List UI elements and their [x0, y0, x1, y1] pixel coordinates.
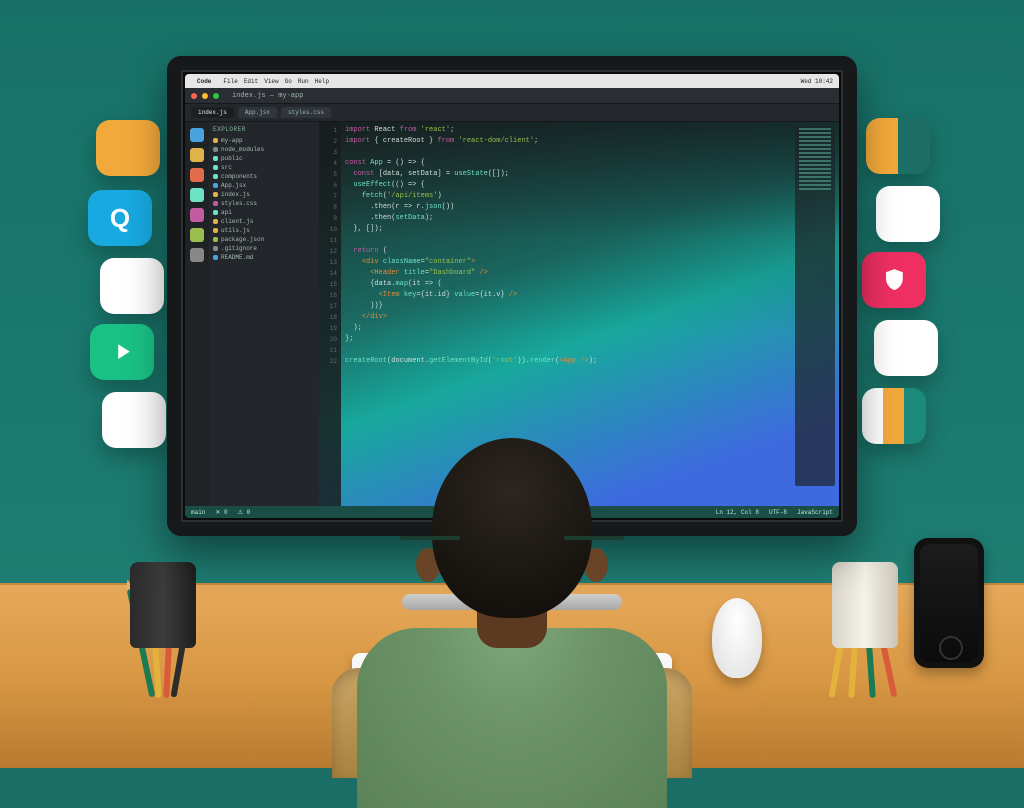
window-titlebar: index.js — my-app: [185, 88, 839, 104]
explorer-sidebar: EXPLORER my-appnode_modulespublicsrccomp…: [209, 122, 319, 506]
tile-blank-3[interactable]: [876, 186, 940, 242]
activity-bar: [185, 122, 209, 506]
minimize-icon[interactable]: [202, 93, 208, 99]
editor-tabstrip: index.js App.jsx styles.css: [185, 104, 839, 122]
cursor-position[interactable]: Ln 12, Col 8: [716, 509, 759, 516]
file-README-md[interactable]: README.md: [213, 253, 315, 262]
window-title: index.js — my-app: [232, 92, 303, 100]
git-branch[interactable]: main: [191, 509, 205, 516]
chair: [332, 668, 692, 778]
sidebar-title: EXPLORER: [213, 126, 315, 133]
file-my-app[interactable]: my-app: [213, 136, 315, 145]
menu-file[interactable]: File: [223, 78, 237, 85]
debug-icon[interactable]: [190, 188, 204, 202]
tile-play[interactable]: [90, 324, 154, 380]
file-src[interactable]: src: [213, 163, 315, 172]
files-icon[interactable]: [190, 128, 204, 142]
git-icon[interactable]: [190, 168, 204, 182]
tile-blank-4[interactable]: [874, 320, 938, 376]
menu-view[interactable]: View: [264, 78, 278, 85]
monitor-stand: [462, 540, 562, 600]
apple-logo-icon: [504, 520, 520, 538]
line-gutter: 12345678910111213141516171819202122: [319, 122, 341, 506]
menu-help[interactable]: Help: [315, 78, 329, 85]
file-node_modules[interactable]: node_modules: [213, 145, 315, 154]
gear-icon[interactable]: [190, 248, 204, 262]
file-package-json[interactable]: package.json: [213, 235, 315, 244]
tile-blank-2[interactable]: [102, 392, 166, 448]
account-icon[interactable]: [190, 228, 204, 242]
file-styles-css[interactable]: styles.css: [213, 199, 315, 208]
screen: Code File Edit View Go Run Help Wed 10:42 ind…: [185, 74, 839, 518]
mac-menubar: Code File Edit View Go Run Help Wed 10:42: [185, 74, 839, 88]
file-client-js[interactable]: client.js: [213, 217, 315, 226]
status-warnings[interactable]: ⚠ 0: [238, 509, 251, 516]
zoom-icon[interactable]: [213, 93, 219, 99]
tile-blank-1[interactable]: [100, 258, 164, 314]
file-components[interactable]: components: [213, 172, 315, 181]
tab-index-js[interactable]: index.js: [191, 107, 234, 118]
minimap[interactable]: [795, 126, 835, 486]
pencil-cup-right: [832, 562, 898, 648]
tile-q[interactable]: Q: [88, 190, 152, 246]
file--gitignore[interactable]: .gitignore: [213, 244, 315, 253]
tab-styles-css[interactable]: styles.css: [281, 107, 331, 118]
app-name[interactable]: Code: [197, 78, 211, 85]
smartphone: [914, 538, 984, 668]
tab-App-jsx[interactable]: App.jsx: [238, 107, 277, 118]
tile-duotone[interactable]: [866, 118, 930, 174]
menu-go[interactable]: Go: [285, 78, 292, 85]
menu-edit[interactable]: Edit: [244, 78, 258, 85]
pencil-cup-left: [130, 562, 196, 648]
file-index-js[interactable]: index.js: [213, 190, 315, 199]
close-icon[interactable]: [191, 93, 197, 99]
mouse: [712, 598, 762, 678]
status-errors[interactable]: ✕ 0: [215, 509, 227, 516]
code-content[interactable]: import React from 'react'; import { crea…: [345, 125, 779, 367]
file-api[interactable]: api: [213, 208, 315, 217]
monitor: Code File Edit View Go Run Help Wed 10:42 ind…: [167, 56, 857, 536]
tile-stripe[interactable]: [862, 388, 926, 444]
file-encoding[interactable]: UTF-8: [769, 509, 787, 516]
ext-icon[interactable]: [190, 208, 204, 222]
tile-orange[interactable]: [96, 120, 160, 176]
tile-shield[interactable]: [862, 252, 926, 308]
search-icon[interactable]: [190, 148, 204, 162]
menu-run[interactable]: Run: [298, 78, 309, 85]
code-editor[interactable]: 12345678910111213141516171819202122 impo…: [319, 122, 839, 506]
file-public[interactable]: public: [213, 154, 315, 163]
status-bar: main ✕ 0 ⚠ 0 Ln 12, Col 8 UTF-8 JavaScri…: [185, 506, 839, 518]
language-mode[interactable]: JavaScript: [797, 509, 833, 516]
menubar-clock: Wed 10:42: [801, 78, 833, 85]
file-App-jsx[interactable]: App.jsx: [213, 181, 315, 190]
file-utils-js[interactable]: utils.js: [213, 226, 315, 235]
monitor-foot: [402, 594, 622, 610]
